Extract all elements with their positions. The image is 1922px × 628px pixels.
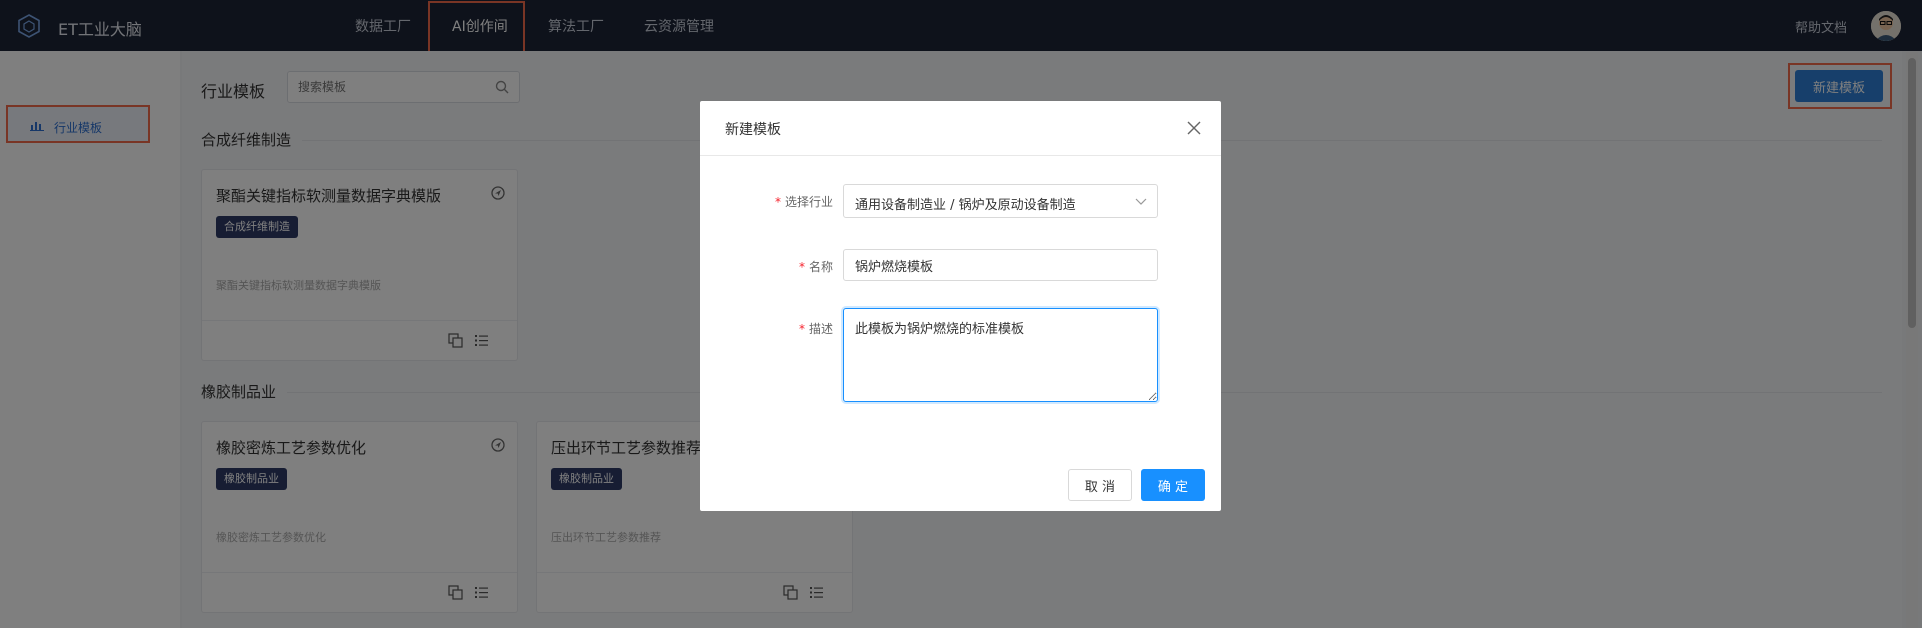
dialog-title: 新建模板 xyxy=(725,122,781,138)
industry-label: * 选择行业 xyxy=(774,195,833,209)
description-textarea[interactable]: 此模板为锅炉燃烧的标准模板 xyxy=(843,308,1158,402)
dialog-divider xyxy=(700,155,1221,156)
industry-select-value: 通用设备制造业 / 锅炉及原动设备制造 xyxy=(855,198,1076,213)
close-icon[interactable] xyxy=(1187,121,1201,135)
desc-label: * 描述 xyxy=(798,322,833,336)
chevron-down-icon xyxy=(1135,198,1147,205)
industry-select[interactable]: 通用设备制造业 / 锅炉及原动设备制造 xyxy=(843,184,1158,218)
name-label: * 名称 xyxy=(798,260,833,274)
cancel-button[interactable]: 取 消 xyxy=(1068,469,1132,501)
new-template-dialog: 新建模板 *选择行业 通用设备制造业 / 锅炉及原动设备制造 *名称 *描述 此… xyxy=(700,101,1221,511)
confirm-button[interactable]: 确 定 xyxy=(1141,469,1205,501)
name-field[interactable] xyxy=(843,249,1158,281)
